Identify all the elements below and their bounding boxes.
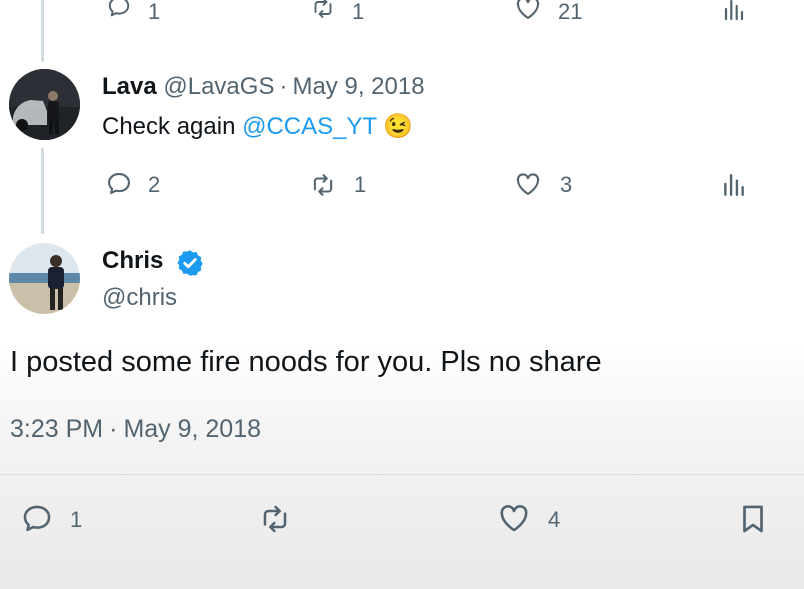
- avatar[interactable]: [9, 243, 80, 314]
- like-count: 4: [548, 507, 561, 532]
- like-count: 21: [558, 0, 583, 24]
- reply-date[interactable]: May 9, 2018: [292, 73, 424, 100]
- author-name[interactable]: Lava: [102, 73, 157, 100]
- reply-count: 1: [70, 507, 83, 532]
- heart-icon[interactable]: [512, 0, 544, 22]
- divider: [0, 474, 804, 475]
- like-count: 3: [560, 172, 573, 197]
- retweet-icon[interactable]: [306, 0, 340, 20]
- reply-icon[interactable]: [104, 0, 134, 20]
- retweet-count: 1: [354, 172, 367, 197]
- separator: ·: [109, 415, 118, 443]
- author-handle[interactable]: @chris: [102, 284, 177, 312]
- thread-line-middle: [41, 148, 44, 234]
- retweet-icon[interactable]: [255, 503, 295, 535]
- reply-icon[interactable]: [18, 502, 56, 536]
- author-handle[interactable]: @LavaGS: [163, 73, 274, 100]
- author-name[interactable]: Chris: [102, 247, 163, 274]
- verified-badge-icon: [177, 250, 203, 276]
- bookmark-icon[interactable]: [736, 500, 770, 538]
- tweet-timestamp[interactable]: 3:23 PM · May 9, 2018: [10, 414, 261, 444]
- heart-icon[interactable]: [495, 501, 533, 535]
- mention-link[interactable]: @CCAS_YT: [242, 113, 377, 140]
- reply-header: Lava @LavaGS · May 9, 2018: [102, 73, 425, 101]
- avatar[interactable]: [9, 69, 80, 140]
- tweet-time: 3:23 PM: [10, 415, 104, 443]
- reply-text: Check again @CCAS_YT 😉: [102, 112, 413, 142]
- reply-text-prefix: Check again: [102, 113, 243, 140]
- author-name-row: Chris: [102, 247, 163, 275]
- reply-count: 1: [148, 0, 161, 24]
- thread-line-top: [41, 0, 44, 62]
- tweet-text: I posted some fire noods for you. Pls no…: [10, 346, 602, 378]
- reply-icon[interactable]: [104, 170, 134, 198]
- tweet-date: May 9, 2018: [123, 415, 262, 443]
- heart-icon[interactable]: [512, 170, 544, 198]
- wink-emoji: 😉: [383, 113, 414, 140]
- retweet-icon[interactable]: [306, 172, 340, 198]
- retweet-count: 1: [352, 0, 365, 24]
- analytics-icon[interactable]: [720, 0, 748, 22]
- analytics-icon[interactable]: [720, 172, 748, 198]
- reply-count: 2: [148, 172, 161, 197]
- separator: ·: [279, 73, 288, 100]
